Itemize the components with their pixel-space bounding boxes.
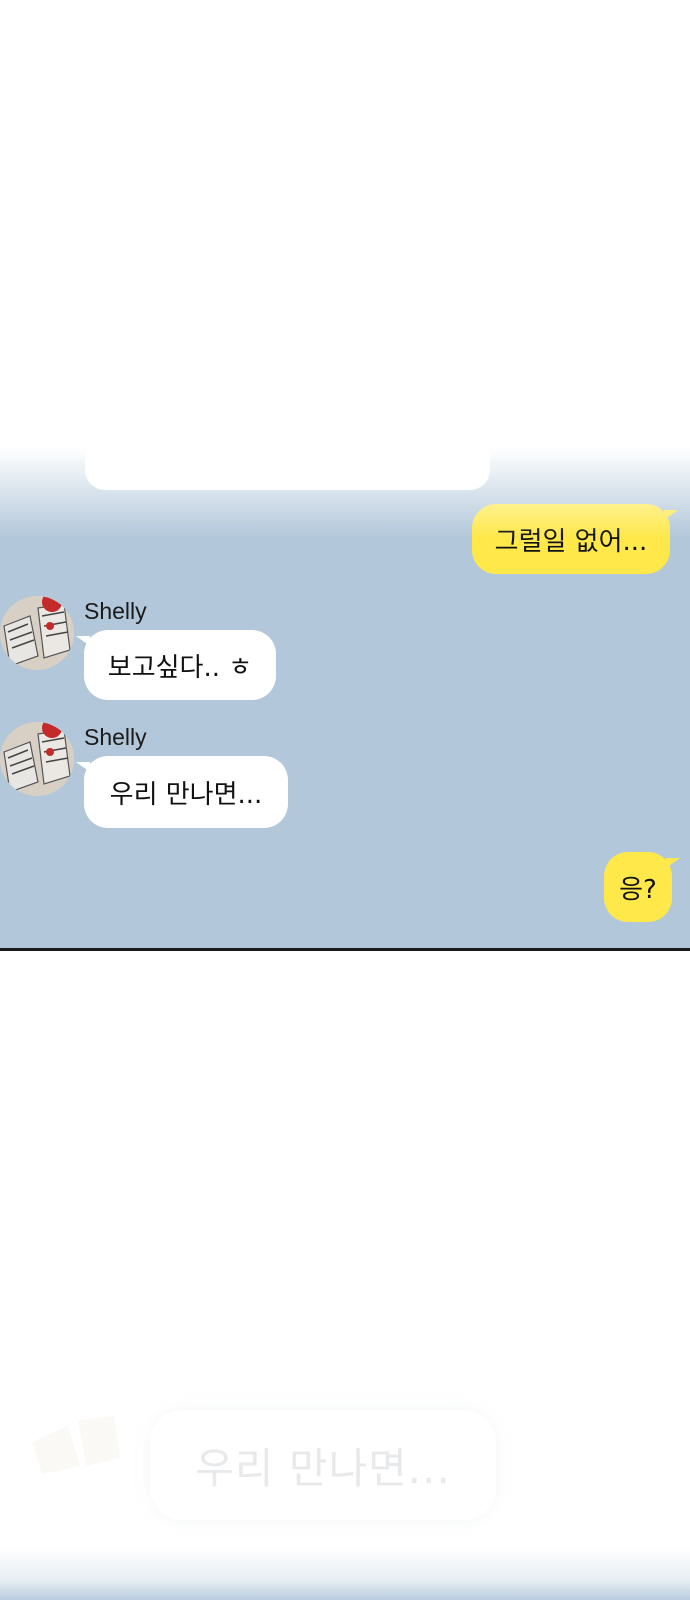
chat-screen: 그럴일 없어... Shelly 보고싶다.. ㅎ Shelly 우리 만나면.… xyxy=(0,448,690,948)
faded-avatar-icon xyxy=(28,1412,124,1476)
faded-message-text: 우리 만나면... xyxy=(195,1443,451,1493)
sender-name: Shelly xyxy=(84,724,147,750)
sneakers-avatar-icon[interactable] xyxy=(0,596,74,670)
message-text: 우리 만나면... xyxy=(109,779,263,810)
message-text: 응? xyxy=(619,874,657,905)
faded-previous-message-bubble xyxy=(85,448,490,490)
my-message-bubble[interactable]: 응? xyxy=(604,852,680,922)
sender-name: Shelly xyxy=(84,598,147,624)
their-message-bubble[interactable]: 우리 만나면... xyxy=(76,756,288,828)
their-message-bubble[interactable]: 보고싶다.. ㅎ xyxy=(76,630,276,700)
faded-message-bubble: 우리 만나면... xyxy=(150,1410,496,1520)
message-text: 보고싶다.. ㅎ xyxy=(107,652,253,683)
message-text: 그럴일 없어... xyxy=(494,526,648,557)
my-message-bubble[interactable]: 그럴일 없어... xyxy=(472,504,678,574)
sneakers-avatar-icon[interactable] xyxy=(0,722,74,796)
panel-divider xyxy=(0,948,690,951)
